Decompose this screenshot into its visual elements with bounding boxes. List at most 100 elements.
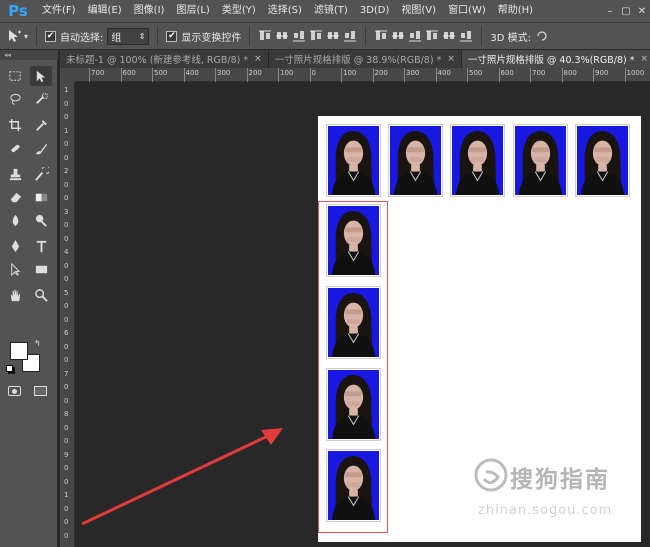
eraser-tool[interactable]: [4, 187, 26, 207]
id-photo[interactable]: [450, 124, 505, 197]
swap-colors-icon[interactable]: ↰: [34, 339, 41, 348]
ruler-label: 7: [64, 369, 69, 378]
ruler-tick: [215, 68, 216, 82]
path-select-tool[interactable]: [4, 259, 26, 279]
menu-item[interactable]: 帮助(H): [492, 0, 539, 22]
healing-brush-icon: [10, 144, 20, 152]
portrait-image: [328, 126, 379, 195]
distribute-icon[interactable]: [442, 29, 456, 43]
close-icon[interactable]: ✕: [634, 0, 650, 22]
move-tool-preset[interactable]: ▾: [6, 28, 28, 44]
quick-select-tool[interactable]: [30, 89, 52, 109]
auto-select-value: 组: [111, 32, 122, 44]
align-icon[interactable]: [275, 29, 289, 43]
crop-tool[interactable]: [4, 115, 26, 135]
menu-item[interactable]: 滤镜(T): [308, 0, 354, 22]
ruler-label: 100: [280, 69, 294, 77]
auto-select-checkbox[interactable]: ✔: [45, 30, 57, 42]
id-photo[interactable]: [326, 124, 381, 197]
ruler-label: 800: [563, 69, 577, 77]
horizontal-ruler[interactable]: 700 600 500 400 300 200 100 0 100 200 300 400 500 600…: [75, 68, 650, 82]
healing-brush-tool[interactable]: [4, 138, 26, 158]
ruler-label: 0: [64, 437, 69, 445]
ruler-label: 300: [406, 69, 420, 77]
default-colors-icon[interactable]: [6, 365, 13, 372]
ruler-label: 400: [185, 69, 199, 77]
distribute-icon[interactable]: [459, 29, 473, 43]
align-icon[interactable]: [292, 29, 306, 43]
panel-grip[interactable]: ◂◂: [0, 50, 58, 60]
menu-item[interactable]: 3D(D): [354, 0, 396, 22]
distribute-icon[interactable]: [391, 29, 405, 43]
id-photo[interactable]: [575, 124, 630, 197]
menu-item[interactable]: 类型(Y): [216, 0, 262, 22]
menu-item[interactable]: 文件(F): [36, 0, 82, 22]
document-tab[interactable]: 未标题-1 @ 100% (新建参考线, RGB/8) * ×: [60, 50, 269, 68]
hand-tool[interactable]: [4, 285, 26, 305]
marquee-tool[interactable]: [4, 66, 26, 86]
zoom-tool[interactable]: [30, 285, 52, 305]
distribute-icon[interactable]: [425, 29, 439, 43]
align-icon[interactable]: [326, 29, 340, 43]
move-tool[interactable]: [30, 66, 52, 86]
3d-rotate-icon[interactable]: [535, 29, 549, 43]
dodge-icon: [35, 214, 47, 227]
blur-icon: [12, 214, 18, 226]
quick-mask-icon[interactable]: [8, 386, 21, 396]
distribute-icon[interactable]: [374, 29, 388, 43]
id-photo[interactable]: [388, 124, 443, 197]
ruler-label: 0: [64, 477, 69, 486]
eraser-icon: [10, 192, 21, 202]
ruler-label: 0: [64, 221, 69, 229]
menu-item[interactable]: 选择(S): [262, 0, 308, 22]
align-icon[interactable]: [343, 29, 357, 43]
foreground-color-swatch[interactable]: [10, 342, 28, 360]
menu-item[interactable]: 编辑(E): [82, 0, 128, 22]
menu-item[interactable]: 窗口(W): [442, 0, 492, 22]
id-photo[interactable]: [513, 124, 568, 197]
document-tab[interactable]: 一寸照片规格排版 @ 40.3%(RGB/8) * ×: [461, 50, 650, 68]
close-icon[interactable]: ×: [641, 54, 649, 64]
align-icon[interactable]: [309, 29, 323, 43]
vertical-ruler[interactable]: 1 0 0 1 0 0 2 0 0 3 0 0 4 0 0 5 0 0 6 0 0 7 0 0 8 0 0 9 0 0 1 0 0 0: [60, 82, 75, 547]
ruler-label: 1: [64, 126, 69, 135]
auto-select-dropdown[interactable]: 组 ⇕: [107, 27, 150, 45]
gradient-tool[interactable]: [30, 187, 52, 207]
type-tool[interactable]: [30, 236, 52, 256]
document-tab[interactable]: 一寸照片规格排版 @ 38.9%(RGB/8) * ×: [268, 50, 462, 68]
ruler-label: 500: [469, 69, 483, 77]
history-brush-tool[interactable]: [30, 164, 52, 184]
brush-tool[interactable]: [30, 138, 52, 158]
ruler-tick: [341, 68, 342, 82]
ruler-tick: [120, 68, 122, 82]
close-icon[interactable]: ×: [447, 54, 455, 64]
lasso-tool[interactable]: [4, 89, 26, 109]
minimize-icon[interactable]: –: [602, 0, 618, 22]
distribute-icon[interactable]: [408, 29, 422, 43]
close-icon[interactable]: ×: [254, 54, 262, 64]
ruler-label: 500: [154, 69, 168, 77]
clone-stamp-tool[interactable]: [4, 164, 26, 184]
lasso-icon: [9, 93, 21, 105]
pen-tool[interactable]: [4, 236, 26, 256]
ruler-label: 0: [64, 383, 69, 391]
dodge-tool[interactable]: [30, 210, 52, 230]
align-icon[interactable]: [258, 29, 272, 43]
eyedropper-tool[interactable]: [30, 115, 52, 135]
menu-item[interactable]: 图像(I): [128, 0, 171, 22]
ruler-tick: [246, 68, 248, 82]
divider: [249, 26, 251, 46]
blur-tool[interactable]: [4, 210, 26, 230]
ruler-tick: [309, 68, 311, 82]
ruler-label: 0: [64, 464, 69, 472]
show-transform-checkbox[interactable]: ✔: [166, 30, 178, 42]
ruler-label: 0: [64, 153, 69, 162]
screen-mode-icon[interactable]: [34, 386, 47, 396]
rectangle-tool[interactable]: [30, 259, 52, 279]
ruler-label: 700: [91, 69, 105, 77]
menu-item[interactable]: 视图(V): [395, 0, 442, 22]
ruler-label: 200: [374, 69, 388, 77]
crop-icon: [8, 118, 21, 131]
menu-item[interactable]: 图层(L): [170, 0, 215, 22]
restore-icon[interactable]: ▢: [618, 0, 634, 22]
